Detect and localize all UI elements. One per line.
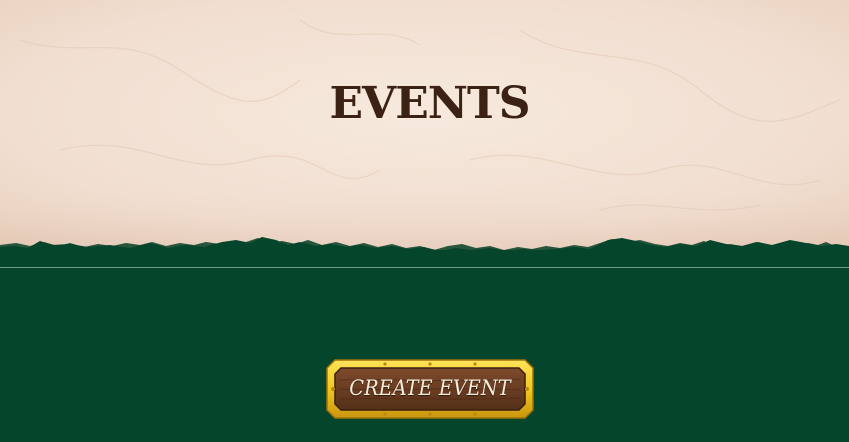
- create-event-label: CREATE EVENT: [349, 376, 511, 400]
- parchment-header: EVENTS: [0, 0, 849, 268]
- page-title: EVENTS: [329, 78, 531, 129]
- create-event-button[interactable]: CREATE EVENT: [325, 358, 535, 420]
- torn-parchment-graphic: [0, 0, 849, 268]
